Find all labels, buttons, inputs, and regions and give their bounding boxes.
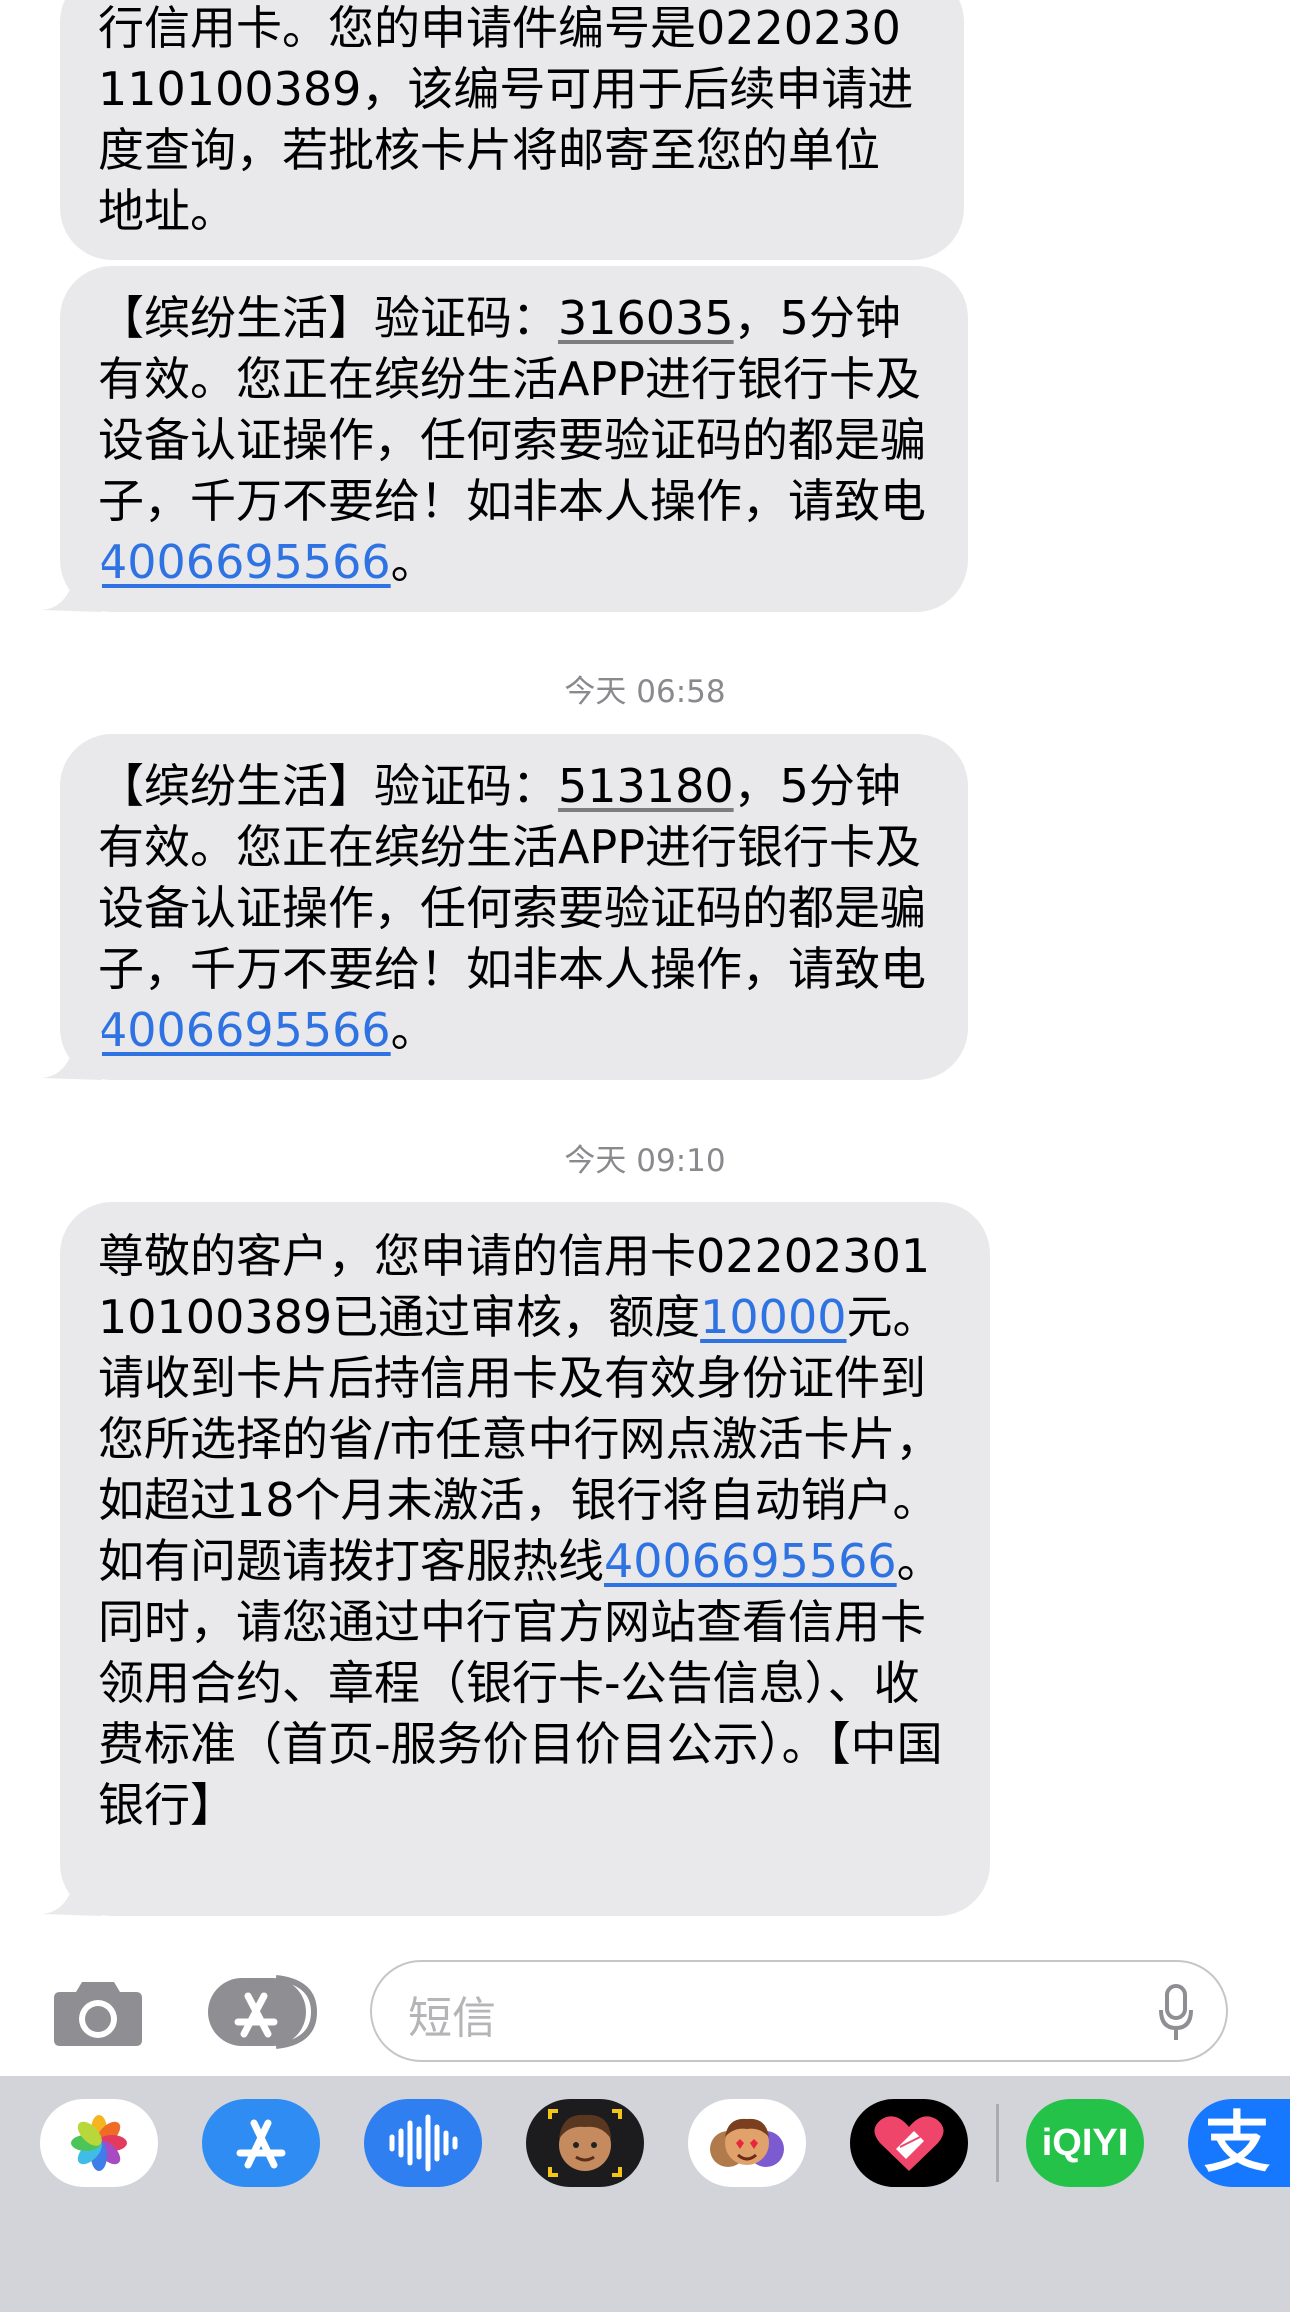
- bubble-tail: [42, 1868, 102, 1916]
- message-text: 尊敬的客户，您申请的信用卡022023011010038​9已通过审核，额度10…: [98, 1229, 943, 1832]
- input-placeholder: 短信: [408, 1993, 496, 2044]
- app-store-icon[interactable]: [206, 1974, 320, 2050]
- message-text: 行信用卡。您的申请件编号是022023011010038​9，该编号可用于后续申…: [98, 1, 914, 238]
- alipay-label: 支: [1204, 2104, 1270, 2181]
- iqiyi-label: iQIYI: [1041, 2122, 1129, 2164]
- audio-message-app-icon[interactable]: [364, 2099, 482, 2187]
- iqiyi-app-icon[interactable]: iQIYI: [1026, 2099, 1144, 2187]
- bubble-tail: [42, 564, 102, 612]
- message-bubble[interactable]: 【缤纷生活】验证码：513180，5分钟有效。您正在缤纷生活APP进行银行卡及设…: [42, 734, 968, 1080]
- digital-touch-app-icon[interactable]: [850, 2099, 968, 2187]
- message-bubble[interactable]: 尊敬的客户，您申请的信用卡022023011010038​9已通过审核，额度10…: [42, 1202, 990, 1916]
- memoji-app-icon[interactable]: [526, 2099, 644, 2187]
- alipay-app-icon[interactable]: 支: [1188, 2099, 1290, 2187]
- message-input[interactable]: 短信: [370, 1960, 1228, 2062]
- animoji-app-icon[interactable]: [688, 2099, 806, 2187]
- message-bubble[interactable]: 行信用卡。您的申请件编号是022023011010038​9，该编号可用于后续申…: [60, 0, 964, 260]
- drawer-divider: [996, 2104, 999, 2182]
- verification-code[interactable]: 316035: [558, 291, 734, 345]
- app-store-app-icon[interactable]: [202, 2099, 320, 2187]
- message-bubble[interactable]: 【缤纷生活】验证码：316035，5分钟有效。您正在缤纷生活APP进行银行卡及设…: [42, 266, 968, 612]
- microphone-icon[interactable]: [1158, 1984, 1194, 2042]
- phone-link[interactable]: 4006695566: [98, 1003, 391, 1057]
- timestamp: 今天 09:10: [564, 1143, 726, 1179]
- amount-link[interactable]: 10000: [700, 1290, 846, 1344]
- bubble-tail: [42, 1032, 102, 1080]
- photos-app-icon[interactable]: [40, 2099, 158, 2187]
- timestamp: 今天 06:58: [564, 674, 726, 710]
- phone-link[interactable]: 4006695566: [98, 535, 391, 589]
- message-text: 【缤纷生活】验证码：316035，5分钟有效。您正在缤纷生活APP进行银行卡及设…: [98, 291, 926, 589]
- message-text: 【缤纷生活】验证码：513180，5分钟有效。您正在缤纷生活APP进行银行卡及设…: [98, 759, 926, 1057]
- verification-code[interactable]: 513180: [558, 759, 734, 813]
- phone-link[interactable]: 4006695566: [604, 1534, 897, 1588]
- camera-icon[interactable]: [52, 1976, 144, 2048]
